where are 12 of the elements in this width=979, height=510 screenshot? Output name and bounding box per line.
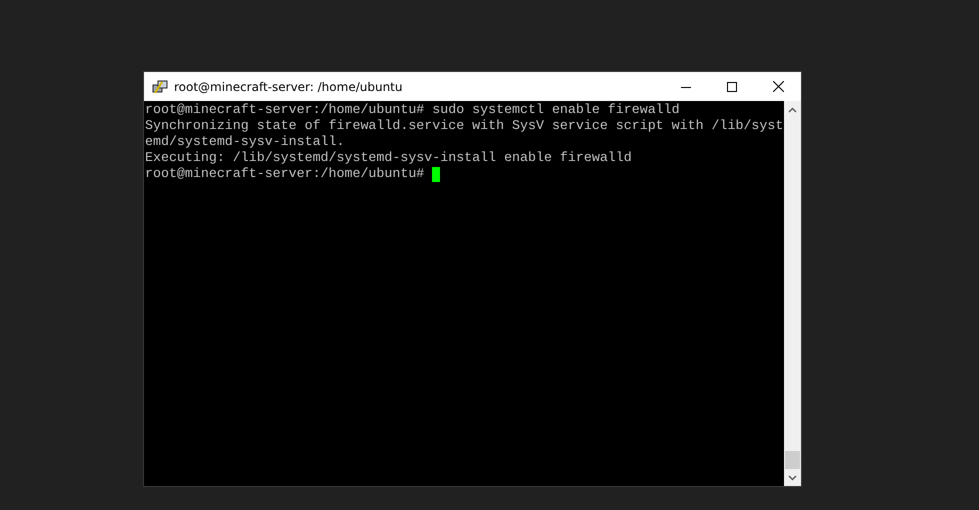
- scrollbar-thumb[interactable]: [785, 451, 800, 469]
- terminal-line: Executing: /lib/systemd/systemd-sysv-install enable firewalld: [145, 150, 632, 166]
- prompt-line: root@minecraft-server:/home/ubuntu#: [145, 166, 426, 182]
- scrollbar[interactable]: [784, 101, 801, 486]
- terminal-line: root@minecraft-server:/home/ubuntu# sudo systemctl enable firewalld: [145, 102, 680, 118]
- app-icon: [152, 78, 168, 94]
- text-cursor: [432, 166, 440, 182]
- close-icon: [772, 81, 784, 92]
- terminal-line: Synchronizing state of firewalld.service with SysV service script with /lib/syst: [145, 118, 784, 134]
- window-title: root@minecraft-server: /home/ubuntu: [174, 80, 402, 94]
- terminal-line: emd/systemd-sysv-install.: [145, 134, 344, 150]
- maximize-icon: [727, 82, 737, 92]
